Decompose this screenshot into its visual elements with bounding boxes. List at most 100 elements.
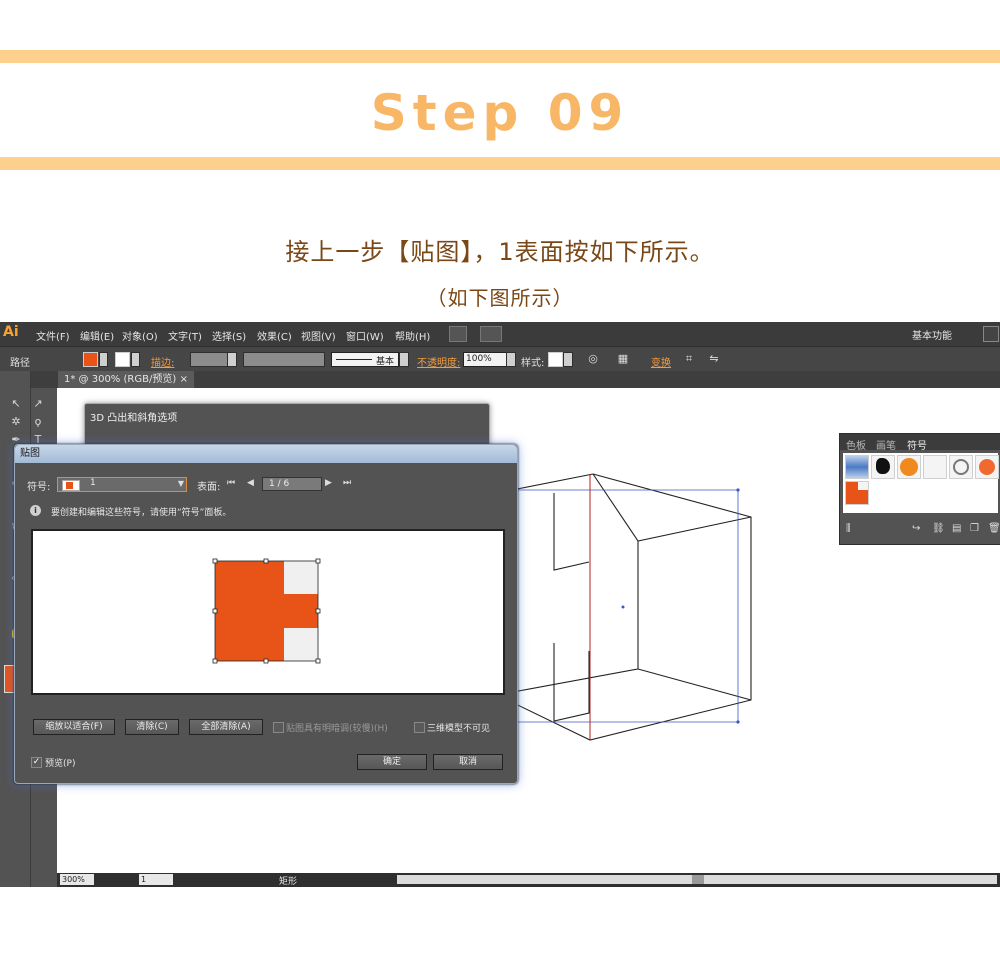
document-tab[interactable]: 1* @ 300% (RGB/预览) × [58, 371, 194, 388]
surface-preview-art [212, 558, 321, 664]
selection-tool-icon[interactable]: ↖ [9, 397, 23, 411]
symbol-ring[interactable] [949, 455, 973, 479]
last-surface-icon[interactable]: ⏭ [343, 478, 351, 488]
prev-surface-icon[interactable]: ◀ [247, 478, 254, 488]
stroke-weight-dropdown[interactable] [227, 352, 237, 367]
opacity-label[interactable]: 不透明度: [417, 354, 460, 369]
scrollbar-thumb[interactable] [692, 875, 704, 884]
delete-symbol-icon[interactable]: 🗑 [988, 523, 1000, 534]
menu-view[interactable]: 视图(V) [301, 328, 336, 343]
lasso-tool-icon[interactable]: ϙ [31, 415, 45, 429]
surface-label: 表面: [197, 482, 221, 493]
symbol-thumbnail [62, 480, 80, 491]
handle-bm [263, 658, 269, 664]
stroke-dropdown[interactable] [131, 352, 140, 367]
ok-button[interactable]: 确定 [357, 754, 427, 770]
shade-artwork-checkbox[interactable] [273, 722, 284, 733]
brush-style-line [336, 359, 372, 360]
menu-type[interactable]: 文字(T) [168, 328, 202, 343]
symbol-1-notch [858, 482, 868, 490]
box-center-point [621, 605, 625, 609]
minimize-button[interactable] [983, 326, 999, 342]
graphic-style-swatch[interactable] [548, 352, 563, 367]
clear-button[interactable]: 清除(C) [125, 719, 179, 735]
handle-tl [212, 558, 218, 564]
status-tool-label[interactable]: 矩形 [279, 874, 297, 887]
surface-preview[interactable] [31, 529, 505, 695]
symbols-panel: 色板 画笔 符号 ⫼ ↪ ⛓ ▤ ❐ 🗑 [839, 433, 1000, 545]
place-symbol-icon[interactable]: ↪ [912, 523, 920, 534]
box-handle-tr [736, 488, 740, 492]
preview-checkbox[interactable]: ✓ [31, 757, 42, 768]
clear-all-button[interactable]: 全部清除(A) [189, 719, 263, 735]
menu-effect[interactable]: 效果(C) [257, 328, 292, 343]
map-art-body: 符号: 1 ▼ 表面: ⏮ ◀ 1 / 6 ▶ ⏭ i 要创建和编辑这些符号，请… [19, 465, 513, 779]
break-link-icon[interactable]: ⛓ [932, 523, 945, 534]
align-icon[interactable]: ▦ [617, 353, 629, 365]
fill-dropdown[interactable] [99, 352, 108, 367]
opacity-field[interactable]: 100% [463, 352, 507, 367]
handle-mr [315, 608, 321, 614]
symbol-select[interactable]: 1 ▼ [57, 477, 187, 492]
orange-button-icon [900, 458, 918, 476]
new-symbol-icon[interactable]: ❐ [970, 523, 979, 534]
stroke-weight-field[interactable] [190, 352, 228, 367]
symbol-blue-bar[interactable] [845, 455, 869, 479]
fill-swatch[interactable] [83, 352, 98, 367]
splat-icon [876, 458, 890, 474]
symbol-blank[interactable] [923, 455, 947, 479]
menu-window[interactable]: 窗口(W) [346, 328, 384, 343]
workspace-switcher[interactable]: 基本功能 [912, 327, 952, 342]
tab-swatches[interactable]: 色板 [846, 437, 866, 452]
menu-object[interactable]: 对象(O) [122, 328, 158, 343]
horizontal-scrollbar[interactable] [397, 875, 997, 884]
brush-style-label: 基本 [376, 357, 395, 367]
close-tab-icon[interactable]: × [180, 371, 188, 388]
shade-artwork-label: 贴图具有明暗调(较慢)(H) [286, 724, 388, 734]
symbols-panel-footer: ⫼ ↪ ⛓ ▤ ❐ 🗑 [840, 521, 1000, 539]
cancel-button[interactable]: 取消 [433, 754, 503, 770]
symbol-flower[interactable] [975, 455, 999, 479]
handle-tm [263, 558, 269, 564]
menu-edit[interactable]: 编辑(E) [80, 328, 114, 343]
symbol-splat[interactable] [871, 455, 895, 479]
direct-selection-tool-icon[interactable]: ↗ [31, 397, 45, 411]
info-text: 要创建和编辑这些符号，请使用“符号”面板。 [51, 508, 232, 518]
brush-style-dropdown[interactable] [399, 352, 409, 367]
transform-link[interactable]: 变换 [651, 354, 671, 369]
symbol-orange-button[interactable] [897, 455, 921, 479]
top-band-2 [0, 157, 1000, 170]
stroke-swatch[interactable] [115, 352, 130, 367]
recolor-icon[interactable]: ◎ [587, 353, 599, 365]
zoom-field[interactable]: 300% [60, 874, 94, 885]
symbol-libraries-icon[interactable]: ⫼ [846, 523, 851, 534]
stroke-label[interactable]: 描边: [151, 354, 174, 369]
symbol-options-icon[interactable]: ▤ [952, 523, 961, 534]
tab-brushes[interactable]: 画笔 [876, 437, 896, 452]
first-surface-icon[interactable]: ⏮ [227, 478, 235, 488]
variable-width-field[interactable] [243, 352, 325, 367]
isolate-icon[interactable]: ⌗ [683, 353, 695, 365]
brush-style-field[interactable]: 基本 [331, 352, 399, 367]
mapped-symbol-notch-bottom [284, 628, 318, 661]
arrange-documents-button[interactable] [480, 326, 502, 342]
panel-tabs: 色板 画笔 符号 [840, 434, 1000, 452]
bridge-button[interactable] [449, 326, 467, 342]
graphic-style-dropdown[interactable] [563, 352, 573, 367]
scale-to-fit-button[interactable]: 缩放以适合(F) [33, 719, 115, 735]
surface-field[interactable]: 1 / 6 [262, 477, 322, 491]
tab-symbols[interactable]: 符号 [907, 437, 927, 452]
ai-logo: Ai [3, 324, 19, 340]
next-surface-icon[interactable]: ▶ [325, 478, 332, 488]
invisible-geometry-checkbox[interactable] [414, 722, 425, 733]
menu-select[interactable]: 选择(S) [212, 328, 246, 343]
opacity-dropdown[interactable] [506, 352, 516, 367]
object-type-label: 路径 [10, 358, 30, 369]
magic-wand-tool-icon[interactable]: ✲ [9, 415, 23, 429]
menu-help[interactable]: 帮助(H) [395, 328, 430, 343]
menu-file[interactable]: 文件(F) [36, 328, 70, 343]
panel-menu-icon[interactable]: ⇋ [708, 353, 720, 365]
artboard-number-field[interactable]: 1 [139, 874, 173, 885]
symbol-1-orange-square[interactable] [845, 481, 869, 505]
map-art-dialog: 贴图 符号: 1 ▼ 表面: ⏮ ◀ 1 / 6 ▶ ⏭ i 要创建和编辑这些符… [14, 444, 518, 784]
